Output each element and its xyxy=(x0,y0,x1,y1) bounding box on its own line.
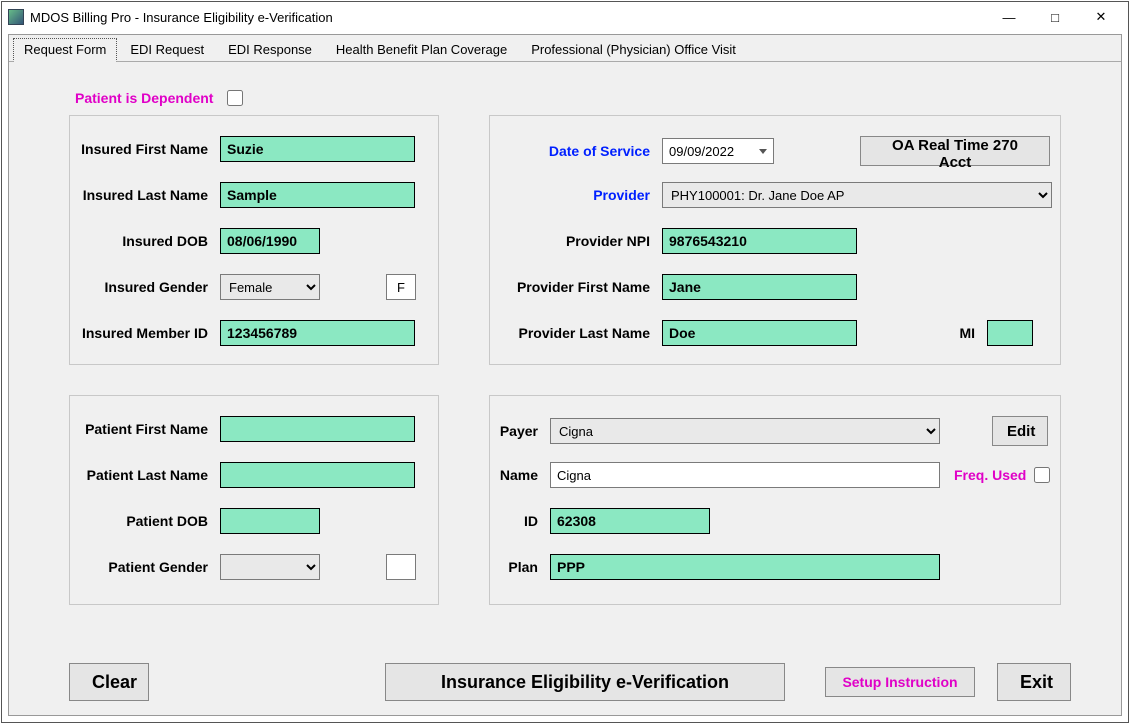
patient-last-name-input[interactable] xyxy=(220,462,415,488)
patient-dob-label: Patient DOB xyxy=(70,513,220,529)
patient-gender-code-input[interactable] xyxy=(386,554,416,580)
patient-last-name-label: Patient Last Name xyxy=(70,467,220,483)
window-close-button[interactable]: ✕ xyxy=(1078,3,1124,31)
patient-first-name-label: Patient First Name xyxy=(70,421,220,437)
tab-strip: Request Form EDI Request EDI Response He… xyxy=(13,38,749,62)
insured-first-name-label: Insured First Name xyxy=(70,141,220,157)
insured-member-id-input[interactable] xyxy=(220,320,415,346)
window-maximize-button[interactable]: □ xyxy=(1032,3,1078,31)
setup-instruction-button[interactable]: Setup Instruction xyxy=(825,667,975,697)
app-icon xyxy=(8,9,24,25)
payer-name-input[interactable] xyxy=(550,462,940,488)
tab-edi-response[interactable]: EDI Response xyxy=(217,38,323,62)
provider-first-name-label: Provider First Name xyxy=(490,279,662,295)
insured-last-name-input[interactable] xyxy=(220,182,415,208)
insured-member-id-label: Insured Member ID xyxy=(70,325,220,341)
provider-first-name-input[interactable] xyxy=(662,274,857,300)
patient-first-name-input[interactable] xyxy=(220,416,415,442)
window-title: MDOS Billing Pro - Insurance Eligibility… xyxy=(30,10,986,25)
clear-button[interactable]: Clear xyxy=(69,663,149,701)
date-of-service-label: Date of Service xyxy=(490,143,662,159)
insured-first-name-input[interactable] xyxy=(220,136,415,162)
insured-gender-code-input[interactable] xyxy=(386,274,416,300)
freq-used-label: Freq. Used xyxy=(954,467,1026,483)
patient-dependent-checkbox[interactable] xyxy=(227,90,243,106)
provider-last-name-input[interactable] xyxy=(662,320,857,346)
window-minimize-button[interactable]: — xyxy=(986,3,1032,31)
patient-gender-label: Patient Gender xyxy=(70,559,220,575)
insured-dob-input[interactable] xyxy=(220,228,320,254)
tab-health-benefit[interactable]: Health Benefit Plan Coverage xyxy=(325,38,518,62)
date-of-service-input[interactable]: 09/09/2022 xyxy=(662,138,774,164)
payer-name-label: Name xyxy=(490,467,550,483)
insured-last-name-label: Insured Last Name xyxy=(70,187,220,203)
insured-gender-select[interactable]: Female xyxy=(220,274,320,300)
tab-edi-request[interactable]: EDI Request xyxy=(119,38,215,62)
payer-plan-label: Plan xyxy=(490,559,550,575)
freq-used-checkbox[interactable] xyxy=(1034,467,1050,483)
patient-dependent-label: Patient is Dependent xyxy=(75,90,213,106)
provider-mi-input[interactable] xyxy=(987,320,1033,346)
provider-npi-input[interactable] xyxy=(662,228,857,254)
provider-label: Provider xyxy=(490,187,662,203)
provider-mi-label: MI xyxy=(857,325,987,341)
payer-id-label: ID xyxy=(490,513,550,529)
tab-request-form[interactable]: Request Form xyxy=(13,38,117,62)
patient-dob-input[interactable] xyxy=(220,508,320,534)
patient-gender-select[interactable] xyxy=(220,554,320,580)
payer-edit-button[interactable]: Edit xyxy=(992,416,1048,446)
insured-dob-label: Insured DOB xyxy=(70,233,220,249)
payer-id-input[interactable] xyxy=(550,508,710,534)
oa-realtime-button[interactable]: OA Real Time 270 Acct xyxy=(860,136,1050,166)
tab-office-visit[interactable]: Professional (Physician) Office Visit xyxy=(520,38,747,62)
payer-label: Payer xyxy=(490,423,550,439)
exit-button[interactable]: Exit xyxy=(997,663,1071,701)
insured-gender-label: Insured Gender xyxy=(70,279,220,295)
provider-last-name-label: Provider Last Name xyxy=(490,325,662,341)
payer-select[interactable]: Cigna xyxy=(550,418,940,444)
provider-npi-label: Provider NPI xyxy=(490,233,662,249)
provider-select[interactable]: PHY100001: Dr. Jane Doe AP xyxy=(662,182,1052,208)
payer-plan-input[interactable] xyxy=(550,554,940,580)
verify-button[interactable]: Insurance Eligibility e-Verification xyxy=(385,663,785,701)
